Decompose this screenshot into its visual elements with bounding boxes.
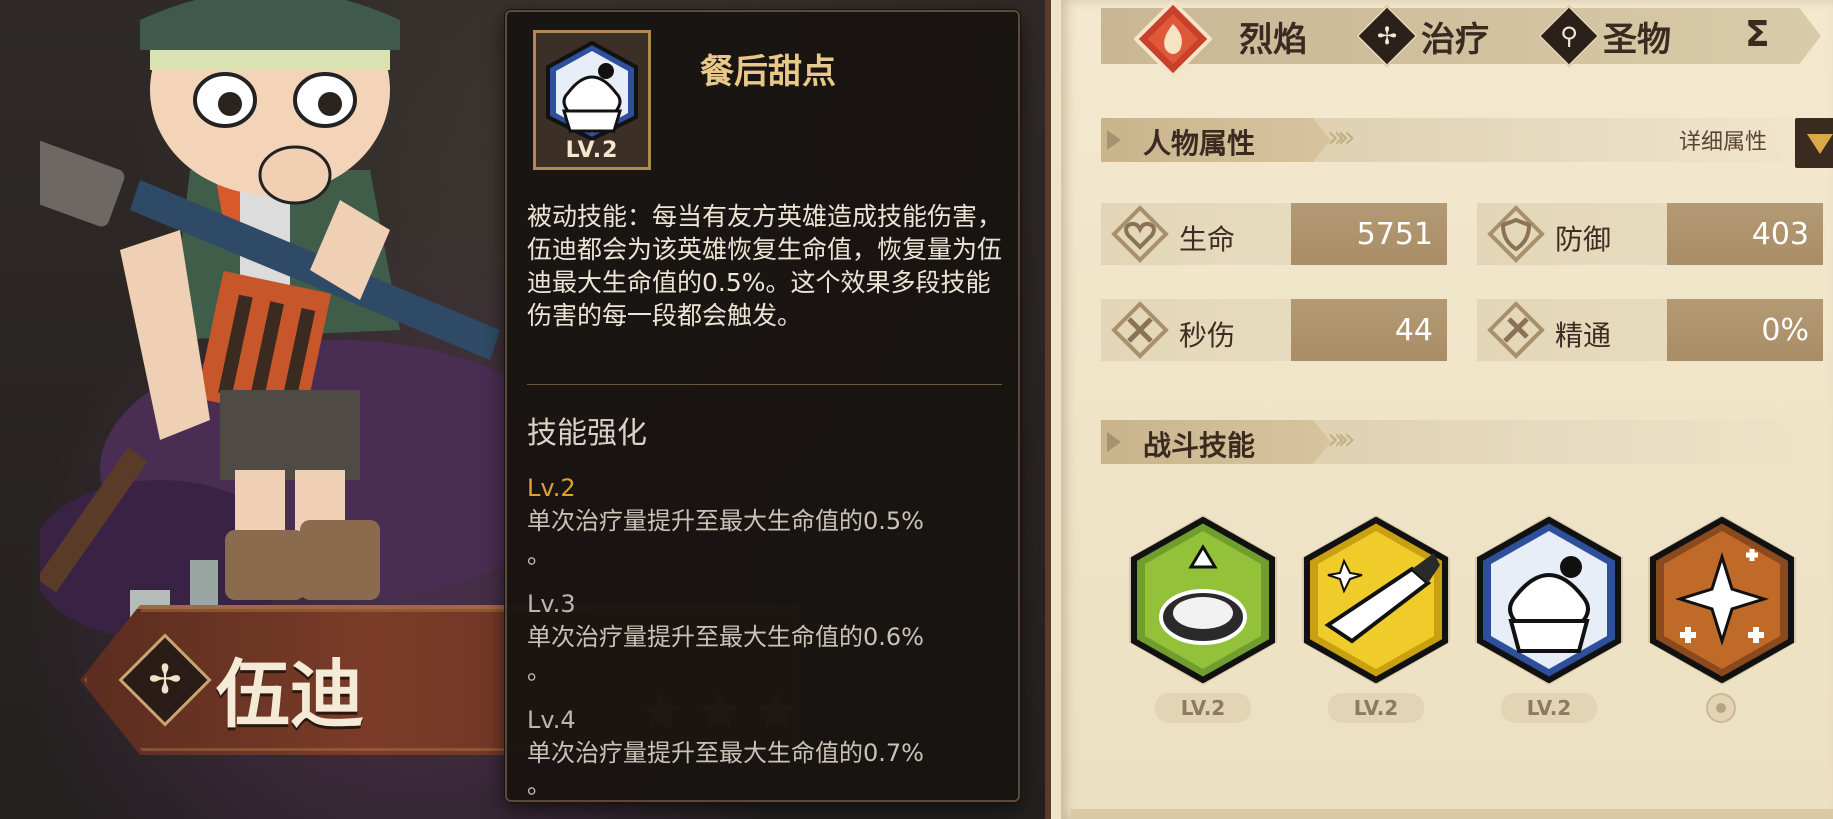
hero-info-panel: 烈焰 ✢ 治疗 ⚲ 圣物 Σ 人物属性 »» 详细属性 生命 5751 防御 4… <box>1045 0 1833 819</box>
tooltip-skill-icon-frame: LV.2 <box>533 30 651 170</box>
panel-bottom-border <box>1071 809 1833 819</box>
tooltip-skill-level: LV.2 <box>565 138 619 163</box>
enhance-level-suffix: 。 <box>527 541 551 569</box>
attributes-section-title: 人物属性 <box>1143 127 1256 160</box>
tag-label: 烈焰 <box>1239 20 1307 60</box>
holy-relic-skill-icon[interactable] <box>1650 517 1794 683</box>
tag-label: 治疗 <box>1421 20 1489 60</box>
tooltip-divider <box>527 384 1002 385</box>
skill-level-badge: LV.2 <box>1155 693 1251 723</box>
heal-class-icon: ✢ <box>148 657 182 703</box>
flame-icon[interactable] <box>1134 0 1212 78</box>
tooltip-skill-description: 被动技能：每当有友方英雄造成技能伤害，伍迪都会为该英雄恢复生命值，恢复量为伍迪最… <box>527 202 1003 330</box>
skill-detail-tooltip: LV.2 餐后甜点 被动技能：每当有友方英雄造成技能伤害，伍迪都会为该英雄恢复生… <box>505 10 1020 802</box>
pan-skill-icon[interactable] <box>1131 517 1275 683</box>
stat-value-box: 5751 <box>1291 203 1447 265</box>
heal-icon: ✢ <box>1376 22 1398 50</box>
swords-icon <box>1111 301 1169 359</box>
stat-label: 秒伤 <box>1179 319 1236 352</box>
hero-portrait-illustration <box>40 0 510 640</box>
cupcake-skill-icon <box>546 41 638 141</box>
heart-icon <box>1111 205 1169 263</box>
skill-locked-indicator <box>1706 693 1736 723</box>
tooltip-enhance-title: 技能强化 <box>527 416 647 451</box>
combat-skill-slot[interactable]: LV.2 <box>1123 515 1283 723</box>
tag-label: 圣物 <box>1603 20 1671 60</box>
skill-level-badge: LV.2 <box>1501 693 1597 723</box>
combat-skill-slot[interactable]: LV.2 <box>1469 515 1629 723</box>
chevrons-icon: »» <box>1327 422 1356 457</box>
tooltip-skill-name: 餐后甜点 <box>700 52 836 92</box>
enhance-level-label: Lv.4 <box>527 706 576 734</box>
combat-skills-section-title: 战斗技能 <box>1143 429 1256 462</box>
stat-value: 403 <box>1751 217 1809 252</box>
stat-label: 防御 <box>1555 223 1612 256</box>
stat-label: 生命 <box>1179 223 1236 256</box>
enhance-level-label: Lv.2 <box>527 474 576 502</box>
detail-attributes-button[interactable] <box>1795 118 1833 168</box>
combat-skill-slot[interactable]: LV.2 <box>1296 515 1456 723</box>
enhance-level-label: Lv.3 <box>527 590 576 618</box>
enhance-level-text: 单次治疗量提升至最大生命值的0.7% <box>527 739 924 767</box>
stat-label: 精通 <box>1555 319 1612 352</box>
relic-icon: ⚲ <box>1560 22 1578 50</box>
knife-skill-icon[interactable] <box>1304 517 1448 683</box>
hero-name: 伍迪 <box>216 652 364 738</box>
stat-value: 5751 <box>1356 217 1433 252</box>
stat-value-box: 403 <box>1667 203 1823 265</box>
mastery-icon <box>1487 301 1545 359</box>
stat-value-box: 0% <box>1667 299 1823 361</box>
skill-level-badge: LV.2 <box>1328 693 1424 723</box>
stat-value: 44 <box>1394 313 1433 348</box>
shield-icon <box>1487 205 1545 263</box>
stat-value: 0% <box>1761 313 1809 348</box>
enhance-level-text: 单次治疗量提升至最大生命值的0.5% <box>527 507 924 535</box>
enhance-level-suffix: 。 <box>527 657 551 685</box>
chevrons-icon: »» <box>1327 120 1356 155</box>
cupcake-skill-icon[interactable] <box>1477 517 1621 683</box>
detail-attributes-label[interactable]: 详细属性 <box>1679 124 1767 156</box>
combat-skill-slot[interactable] <box>1642 515 1802 723</box>
enhance-level-text: 单次治疗量提升至最大生命值的0.6% <box>527 623 924 651</box>
chevron-down-icon <box>1807 134 1833 154</box>
enhance-level-suffix: 。 <box>527 771 551 799</box>
more-tags-icon[interactable]: Σ <box>1745 14 1770 55</box>
combat-skills-section-header: 战斗技能 »» <box>1101 420 1833 464</box>
hero-info-panel-body: 烈焰 ✢ 治疗 ⚲ 圣物 Σ 人物属性 »» 详细属性 生命 5751 防御 4… <box>1061 0 1833 819</box>
stat-value-box: 44 <box>1291 299 1447 361</box>
